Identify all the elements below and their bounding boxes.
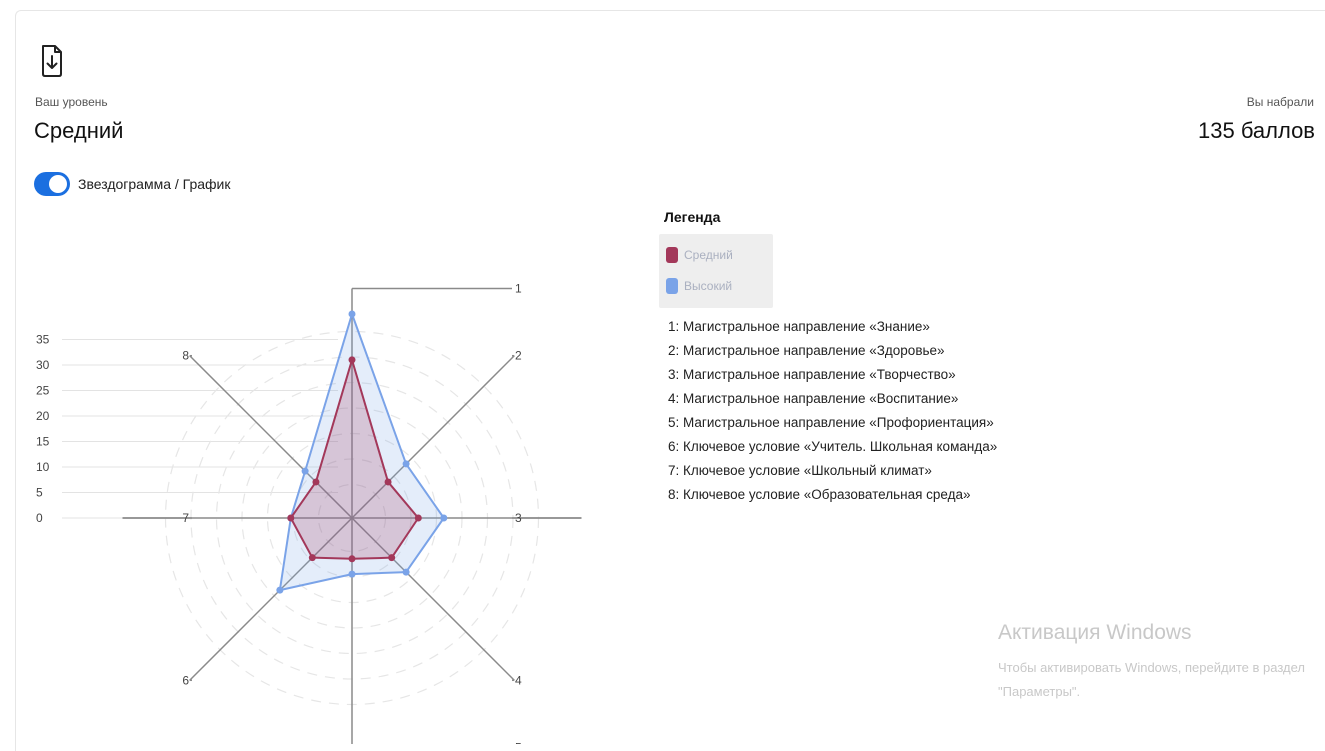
radar-data-point xyxy=(384,478,392,486)
radar-axis-label: 8 xyxy=(182,349,189,363)
legend-label-average: Средний xyxy=(684,248,733,262)
radar-axis-label: 2 xyxy=(515,349,522,363)
windows-activation-line: "Параметры". xyxy=(998,684,1081,699)
windows-activation-line: Чтобы активировать Windows, перейдите в … xyxy=(998,660,1305,675)
windows-activation-text: Чтобы активировать Windows, перейдите в … xyxy=(998,656,1318,704)
direction-item: 8: Ключевое условие «Образовательная сре… xyxy=(668,487,971,502)
radar-chart: 0 5 10 15 20 25 30 35 1 2 3 4 5 6 7 8 xyxy=(36,282,582,745)
radar-data-point xyxy=(287,514,295,522)
direction-item: 3: Магистральное направление «Творчество… xyxy=(668,367,956,382)
score-value: 135 баллов xyxy=(1198,118,1315,143)
direction-item: 6: Ключевое условие «Учитель. Школьная к… xyxy=(668,439,998,454)
radar-data-point xyxy=(414,514,422,522)
radar-data-point xyxy=(402,568,410,576)
radar-data-point xyxy=(348,310,356,318)
radar-data-point xyxy=(348,356,356,364)
scale-tick-label: 35 xyxy=(36,333,50,347)
radar-data-point xyxy=(348,555,356,563)
radar-axis-label: 5 xyxy=(515,741,522,745)
legend-swatch-high xyxy=(666,278,678,294)
radar-axis-label: 4 xyxy=(515,673,522,687)
legend-label-high: Высокий xyxy=(684,279,733,293)
radar-axis-label: 6 xyxy=(182,673,189,687)
scale-tick-label: 15 xyxy=(36,435,50,449)
radar-data-point xyxy=(308,554,316,562)
radar-axis-label: 1 xyxy=(515,282,522,296)
scale-tick-label: 25 xyxy=(36,384,50,398)
direction-item: 5: Магистральное направление «Профориент… xyxy=(668,415,994,430)
radar-data-point xyxy=(301,467,309,475)
windows-activation-title: Активация Windows xyxy=(998,621,1192,644)
scale-tick-label: 10 xyxy=(36,460,50,474)
direction-list: 1: Магистральное направление «Знание» 2:… xyxy=(668,315,997,507)
direction-item: 4: Магистральное направление «Воспитание… xyxy=(668,391,959,406)
direction-item: 7: Ключевое условие «Школьный климат» xyxy=(668,463,932,478)
radar-axis-label: 3 xyxy=(515,511,522,525)
score-caption: Вы набрали xyxy=(1246,95,1314,109)
scale-tick-label: 0 xyxy=(36,511,43,525)
radar-data-point xyxy=(440,514,448,522)
radar-data-point xyxy=(402,460,410,468)
legend-title: Легенда xyxy=(664,209,721,225)
radar-axis-label: 7 xyxy=(182,511,189,525)
scale-tick-label: 30 xyxy=(36,358,50,372)
radar-data-point xyxy=(388,554,396,562)
legend-swatch-average xyxy=(666,247,678,263)
scale-tick-label: 5 xyxy=(36,486,43,500)
scale-tick-label: 20 xyxy=(36,409,50,423)
legend-box: Средний Высокий xyxy=(659,234,773,308)
direction-item: 1: Магистральное направление «Знание» xyxy=(668,319,930,334)
radar-data-point xyxy=(312,478,320,486)
direction-item: 2: Магистральное направление «Здоровье» xyxy=(668,343,945,358)
radar-data-point xyxy=(348,570,356,578)
radar-data-point xyxy=(276,586,284,594)
